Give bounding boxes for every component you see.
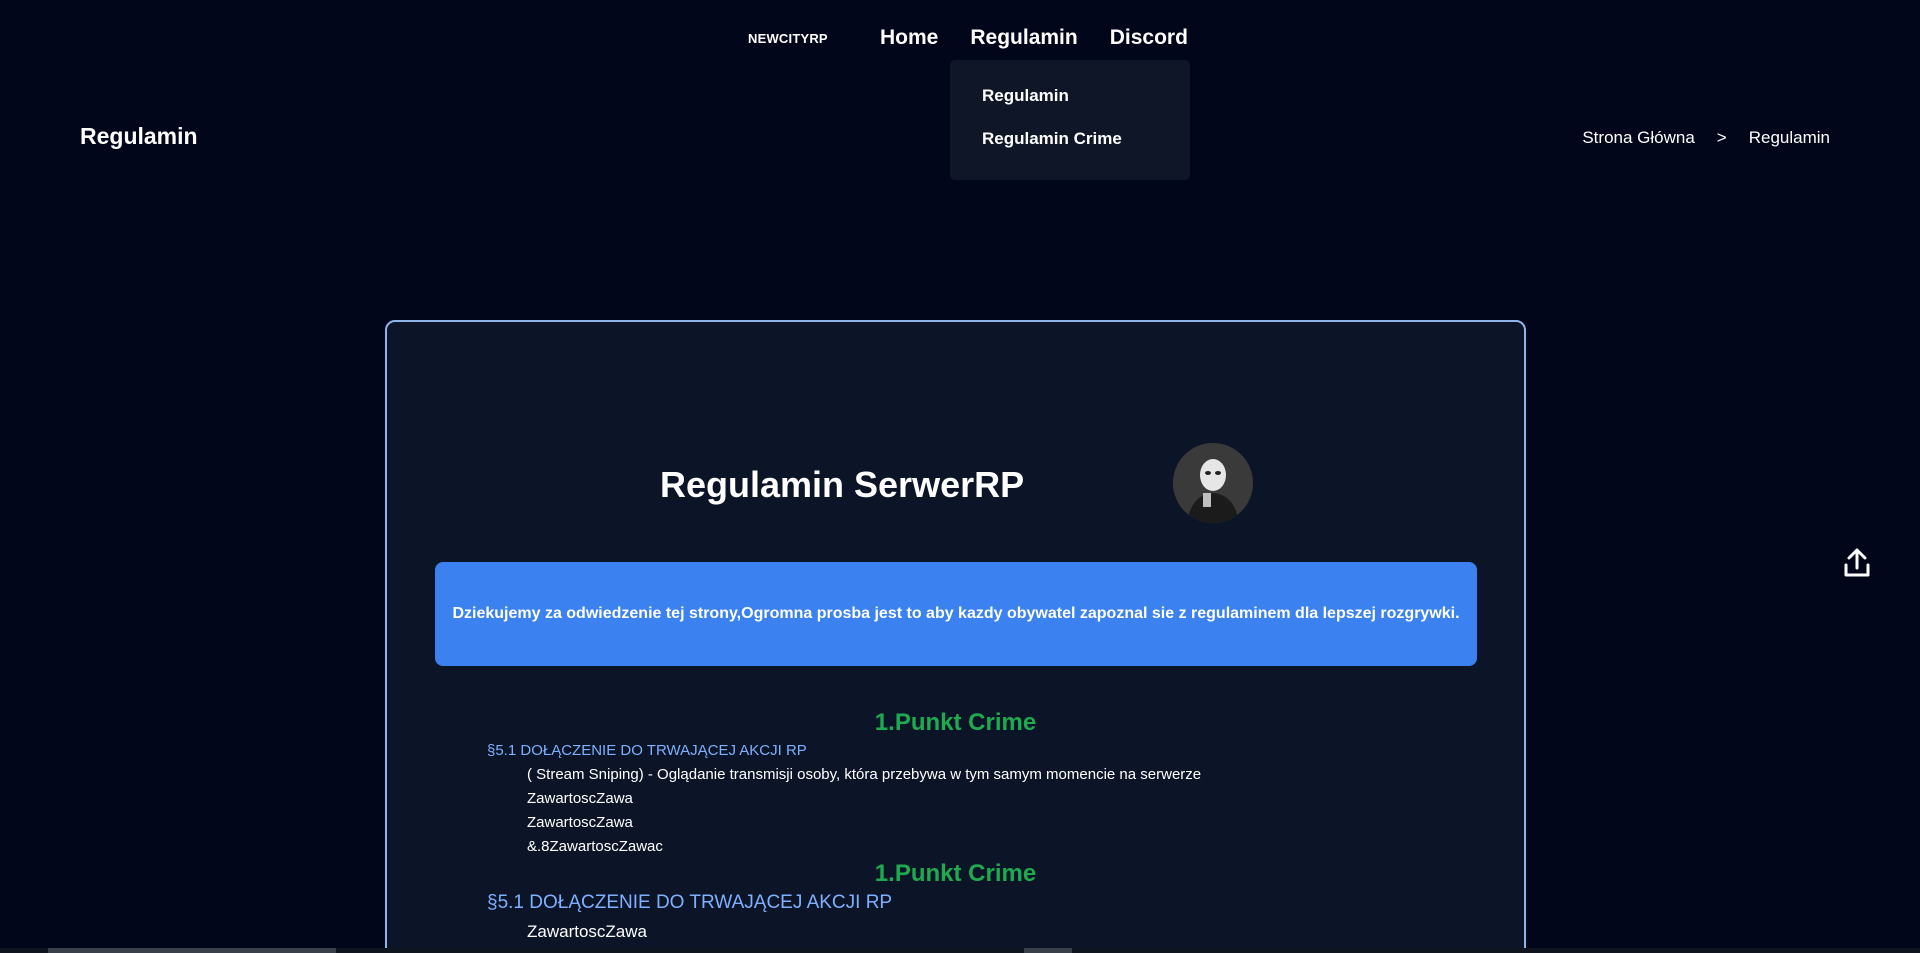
breadcrumb-home-link[interactable]: Strona Główna xyxy=(1582,128,1694,148)
upload-arrow-icon xyxy=(1844,548,1870,577)
page-heading: Regulamin xyxy=(80,123,198,149)
scrollbar-thumb[interactable] xyxy=(48,948,336,953)
rule-line: &.8ZawartoscZawac xyxy=(527,838,663,855)
breadcrumb: Strona Główna > Regulamin xyxy=(1582,128,1830,148)
nav-home[interactable]: Home xyxy=(880,26,938,50)
section-heading-2: 1.Punkt Crime xyxy=(874,860,1037,887)
rules-card: Regulamin SerwerRP Dziekujemy za odwiedz… xyxy=(385,320,1526,953)
avatar-image-icon xyxy=(1173,443,1253,523)
brand-logo[interactable]: NEWCITYRP xyxy=(748,31,828,46)
section-subheading-1: §5.1 DOŁĄCZENIE DO TRWAJĄCEJ AKCJI RP xyxy=(487,742,807,759)
page: NEWCITYRP Home Regulamin Discord Regulam… xyxy=(0,0,1920,953)
horizontal-scrollbar[interactable] xyxy=(0,948,1920,953)
avatar xyxy=(1173,443,1253,523)
nav-regulamin[interactable]: Regulamin xyxy=(970,26,1077,50)
scroll-to-top-button[interactable] xyxy=(1844,548,1870,578)
regulamin-dropdown-menu: Regulamin Regulamin Crime xyxy=(950,60,1190,180)
section-subheading-2: §5.1 DOŁĄCZENIE DO TRWAJĄCEJ AKCJI RP xyxy=(487,892,893,913)
rule-line: ZawartoscZawa xyxy=(527,790,633,807)
rule-line: ( Stream Sniping) - Oglądanie transmisji… xyxy=(527,766,1202,783)
rule-line: ZawartoscZawa xyxy=(527,814,633,831)
breadcrumb-current: Regulamin xyxy=(1748,128,1830,147)
main-nav: Home Regulamin Discord xyxy=(880,26,1188,50)
nav-discord[interactable]: Discord xyxy=(1110,26,1188,50)
rule-line: ZawartoscZawa xyxy=(527,922,647,941)
notice-banner: Dziekujemy za odwiedzenie tej strony,Ogr… xyxy=(435,562,1477,666)
card-title: Regulamin SerwerRP xyxy=(660,464,1025,505)
scrollbar-thumb[interactable] xyxy=(1024,948,1072,953)
section-heading-1: 1.Punkt Crime xyxy=(874,709,1037,736)
breadcrumb-separator: > xyxy=(1716,128,1727,147)
dropdown-item-regulamin-crime[interactable]: Regulamin Crime xyxy=(982,129,1190,149)
dropdown-item-regulamin[interactable]: Regulamin xyxy=(982,86,1190,106)
